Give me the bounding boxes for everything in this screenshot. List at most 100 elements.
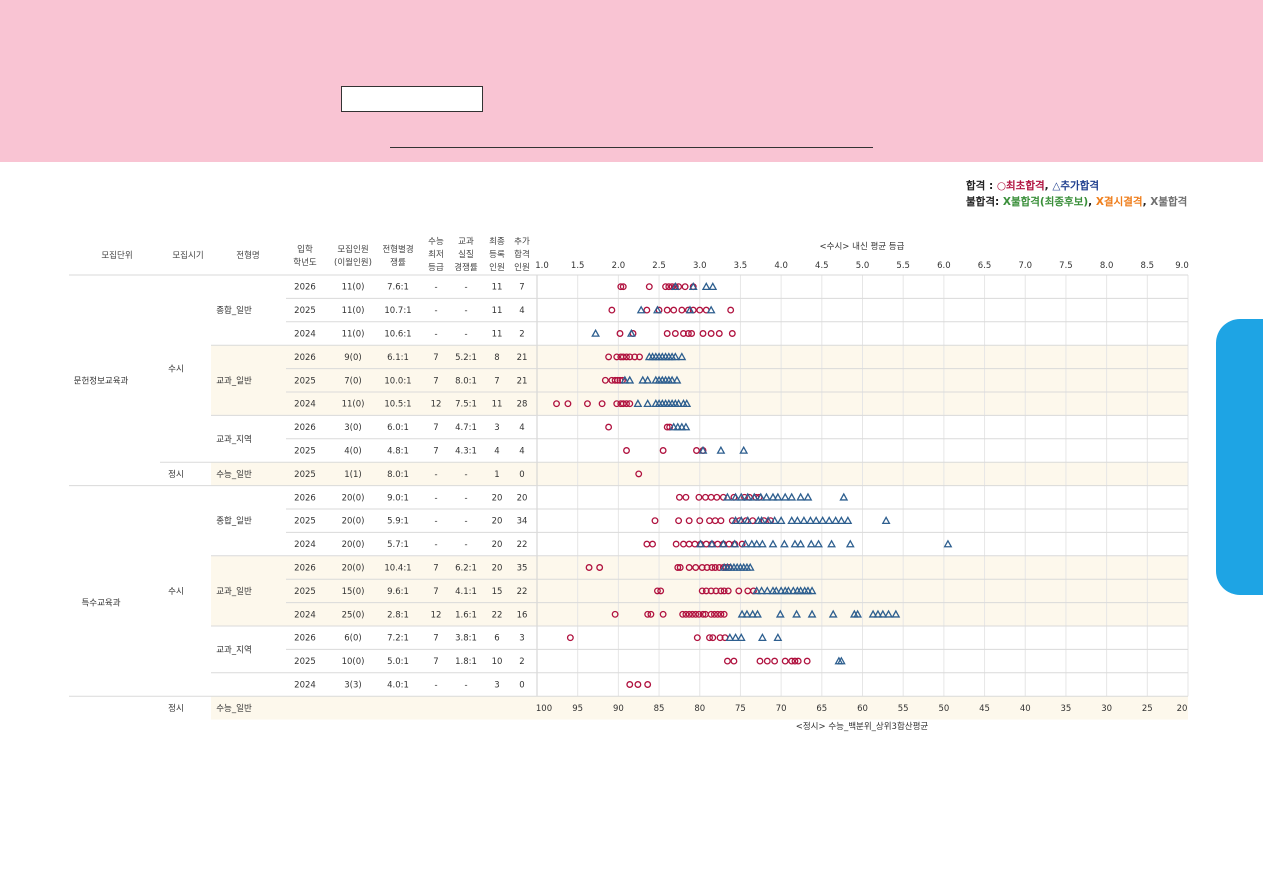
bottom-axis-tick: 40 <box>1020 704 1031 714</box>
cell-add: 2 <box>519 657 524 667</box>
cell-quota: 20(0) <box>342 564 365 574</box>
first-pass-point <box>608 306 616 314</box>
cell-year: 2024 <box>294 400 316 410</box>
top-axis-tick: 6.5 <box>978 261 992 271</box>
first-pass-point <box>699 330 707 337</box>
cell-reg: 6 <box>494 634 499 644</box>
cell-real: 4.1:1 <box>455 587 477 597</box>
cell-real: - <box>464 517 467 527</box>
cell-min: 7 <box>433 423 438 433</box>
admission-chart: 모집단위 모집시기 전형명입학학년도모집인원(이월인원)전형별경쟁률수능최저등급교과… <box>69 236 1189 732</box>
type-label: 종합_일반 <box>216 516 252 527</box>
cell-year: 2024 <box>294 681 316 691</box>
cell-year: 2026 <box>294 283 316 293</box>
cell-reg: 1 <box>494 470 499 480</box>
type-label: 수능_일반 <box>216 703 252 714</box>
cell-add: 4 <box>519 423 524 433</box>
cell-min: 7 <box>433 587 438 597</box>
top-axis-tick: 1.5 <box>571 261 585 271</box>
additional-pass-point <box>811 516 821 524</box>
cell-real: - <box>464 540 467 550</box>
cell-year: 2026 <box>294 493 316 503</box>
table-header-period: 모집시기 <box>172 250 203 261</box>
first-pass-point <box>702 540 710 548</box>
table-header-quota: (이월인원) <box>334 257 372 268</box>
first-pass-point <box>685 540 693 548</box>
first-pass-point <box>659 447 667 454</box>
additional-pass-point <box>773 633 783 641</box>
cell-add: 0 <box>519 470 524 480</box>
cell-ratio: 6.1:1 <box>387 353 409 363</box>
additional-pass-point <box>803 492 813 501</box>
cell-reg: 11 <box>492 283 503 293</box>
cell-year: 2024 <box>294 330 316 340</box>
cell-quota: 3(3) <box>344 681 361 691</box>
bottom-axis-tick: 65 <box>816 704 827 714</box>
first-pass-point <box>691 540 699 548</box>
top-axis-tick: 4.5 <box>815 261 829 271</box>
bottom-axis-tick: 90 <box>613 704 624 714</box>
cell-quota: 25(0) <box>342 610 365 620</box>
table-header-add: 추가 <box>514 237 530 247</box>
cell-quota: 4(0) <box>344 447 361 457</box>
top-axis-tick: 9.0 <box>1175 261 1189 271</box>
bottom-axis-tick: 55 <box>898 704 909 714</box>
cell-add: 34 <box>517 517 528 527</box>
cell-year: 2026 <box>294 634 316 644</box>
cell-quota: 6(0) <box>344 634 361 644</box>
additional-pass-point <box>814 539 823 548</box>
first-pass-point <box>680 540 687 548</box>
cell-real: 7.5:1 <box>455 400 477 410</box>
cell-min: 7 <box>433 634 438 644</box>
top-axis-tick: 4.0 <box>774 261 788 271</box>
cell-ratio: 4.0:1 <box>387 681 409 691</box>
cell-real: 1.6:1 <box>455 610 477 620</box>
first-pass-point <box>701 493 709 501</box>
cell-add: 21 <box>517 376 528 386</box>
cell-year: 2025 <box>294 470 316 480</box>
cell-year: 2026 <box>294 564 316 574</box>
table-header-min: 등급 <box>428 263 444 273</box>
cell-reg: 11 <box>492 330 503 340</box>
cell-real: 4.7:1 <box>455 423 477 433</box>
cell-quota: 3(0) <box>344 423 361 433</box>
bottom-axis-tick: 25 <box>1142 704 1153 714</box>
cell-ratio: 10.0:1 <box>384 376 411 386</box>
cell-quota: 7(0) <box>344 376 361 386</box>
first-pass-point <box>803 657 811 665</box>
additional-pass-point <box>716 445 726 454</box>
bottom-axis-tick: 100 <box>536 704 552 714</box>
additional-pass-point <box>839 492 849 501</box>
top-axis-tick: 6.0 <box>937 261 951 271</box>
cell-add: 21 <box>517 353 528 363</box>
cell-ratio: 5.7:1 <box>387 540 409 550</box>
additional-pass-point <box>773 492 783 501</box>
bottom-axis-label: <정시> 수능_백분위_상위3합산평균 <box>796 721 929 732</box>
first-pass-point <box>693 447 700 454</box>
table-header-min: 수능 <box>428 237 444 247</box>
cell-year: 2025 <box>294 376 316 386</box>
cell-quota: 20(0) <box>342 493 365 503</box>
table-header-reg: 등록 <box>489 250 505 260</box>
cell-real: - <box>464 283 467 293</box>
cell-real: - <box>464 306 467 316</box>
additional-pass-point <box>758 633 767 641</box>
additional-pass-point <box>806 539 816 548</box>
additional-pass-point <box>779 539 789 548</box>
table-header-min: 최저 <box>428 249 444 260</box>
first-pass-point <box>634 681 642 688</box>
cell-reg: 20 <box>492 540 503 550</box>
first-pass-point <box>717 517 725 525</box>
top-axis-tick: 8.0 <box>1100 261 1114 271</box>
cell-year: 2025 <box>294 657 316 667</box>
cell-ratio: 5.9:1 <box>387 517 409 527</box>
first-pass-point <box>649 540 657 548</box>
first-pass-point <box>671 330 679 337</box>
cell-reg: 7 <box>494 376 499 386</box>
cell-quota: 20(0) <box>342 517 365 527</box>
table-header-quota: 모집인원 <box>337 244 368 255</box>
bottom-axis-tick: 45 <box>979 704 990 714</box>
first-pass-point <box>763 657 771 665</box>
cell-min: 12 <box>431 400 442 410</box>
top-axis-tick: 2.5 <box>652 261 666 271</box>
